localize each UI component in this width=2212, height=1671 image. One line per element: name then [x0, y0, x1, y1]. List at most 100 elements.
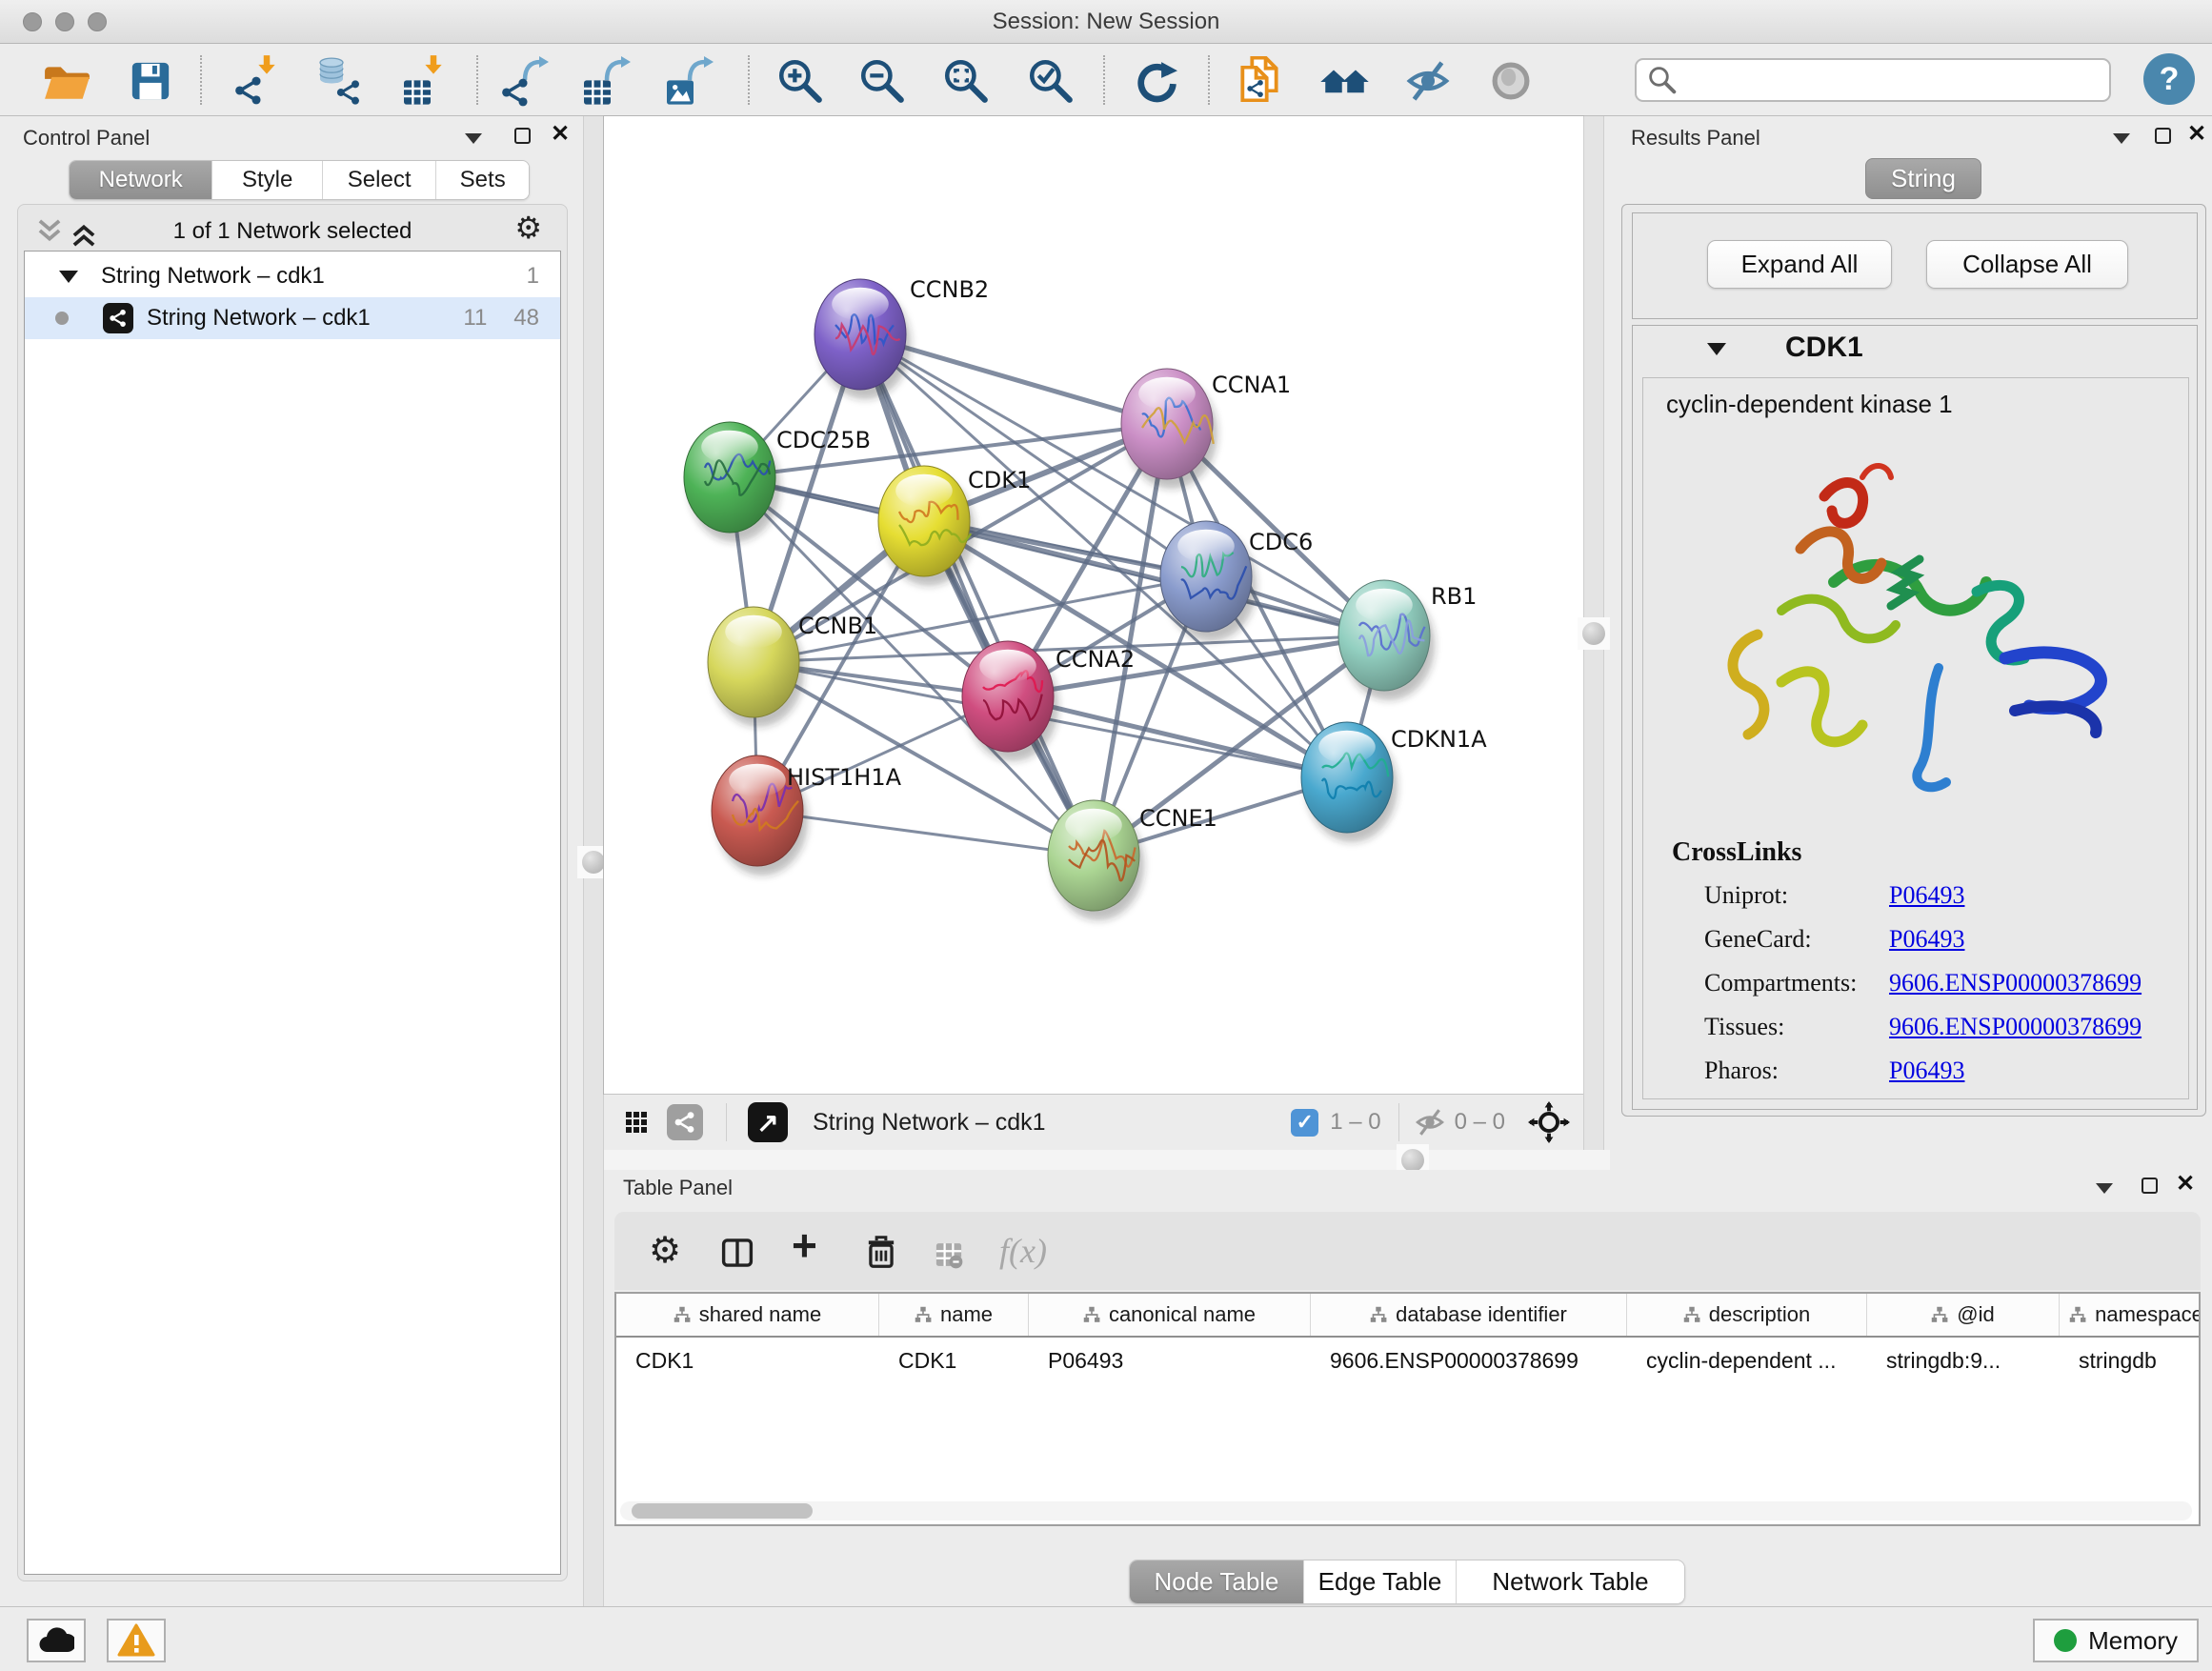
table-cell[interactable]: P06493 [1029, 1339, 1311, 1381]
table-panel-float-icon[interactable] [2142, 1178, 2158, 1198]
network-canvas[interactable]: CCNB2CCNA1CDC25BCDK1CDC6RB1CCNB1CCNA2CDK… [604, 116, 1583, 1094]
tab-network[interactable]: Network [70, 161, 211, 199]
pan-crosshair-icon[interactable] [1528, 1101, 1570, 1143]
network-node-cdkn1a[interactable]: CDKN1A [1301, 722, 1487, 842]
warning-icon [117, 1623, 155, 1658]
table-row[interactable]: CDK1CDK1P064939606.ENSP00000378699cyclin… [616, 1339, 2201, 1381]
help-button[interactable]: ? [2143, 53, 2195, 105]
crosslink-tissues-link[interactable]: 9606.ENSP00000378699 [1889, 1013, 2142, 1041]
results-panel-menu-icon[interactable] [2113, 131, 2130, 149]
table-panel-menu-icon[interactable] [2096, 1181, 2113, 1198]
crosslink-compartments-link[interactable]: 9606.ENSP00000378699 [1889, 969, 2142, 997]
scrollbar-thumb[interactable] [632, 1503, 813, 1519]
network-collection-row[interactable]: String Network – cdk1 1 [25, 255, 560, 297]
table-cell[interactable]: CDK1 [879, 1339, 1029, 1381]
search-field[interactable] [1635, 58, 2111, 102]
column-header-database-identifier[interactable]: database identifier [1311, 1294, 1627, 1336]
network-options-gear-icon[interactable]: ⚙ [514, 212, 542, 243]
tab-sets[interactable]: Sets [435, 161, 529, 199]
collapse-all-button[interactable]: Collapse All [1926, 240, 2128, 289]
hidden-eye-icon[interactable] [1415, 1107, 1445, 1137]
function-builder-icon[interactable]: f(x) [999, 1231, 1047, 1271]
network-node-ccna2[interactable]: CCNA2 [962, 641, 1135, 761]
plus-icon[interactable]: + [792, 1219, 817, 1271]
navigator-button[interactable]: ↗ [748, 1102, 788, 1142]
table-gear-icon[interactable]: ⚙ [649, 1233, 681, 1269]
table-panel-close-icon[interactable]: ✕ [2176, 1176, 2195, 1192]
network-style-badge-icon[interactable] [667, 1104, 703, 1140]
right-divider-grip[interactable] [1578, 617, 1610, 650]
export-table-button[interactable] [579, 53, 634, 109]
import-table-button[interactable] [397, 53, 452, 109]
columns-icon[interactable] [721, 1237, 754, 1269]
tab-style[interactable]: Style [211, 161, 322, 199]
horizontal-scrollbar[interactable] [620, 1501, 2192, 1520]
control-panel-close-icon[interactable]: ✕ [551, 126, 570, 142]
control-panel-menu-icon[interactable] [465, 131, 482, 149]
network-node-cdc25b[interactable]: CDC25B [684, 422, 871, 542]
network-node-ccne1[interactable]: CCNE1 [1048, 800, 1217, 920]
hide-unhide-button[interactable] [1400, 53, 1456, 109]
column-header-namespace[interactable]: namespace [2060, 1294, 2201, 1336]
network-graph[interactable]: CCNB2CCNA1CDC25BCDK1CDC6RB1CCNB1CCNA2CDK… [604, 116, 1583, 1094]
grid-view-icon[interactable] [625, 1111, 648, 1134]
results-panel-float-icon[interactable] [2155, 128, 2171, 149]
column-header-description[interactable]: description [1627, 1294, 1867, 1336]
tab-node-table[interactable]: Node Table [1130, 1560, 1303, 1603]
cloud-button[interactable] [27, 1619, 86, 1662]
zoom-selected-button[interactable] [1023, 53, 1078, 109]
control-panel-float-icon[interactable] [514, 128, 531, 149]
zoom-out-button[interactable] [855, 53, 910, 109]
column-header--id[interactable]: @id [1867, 1294, 2060, 1336]
export-image-button[interactable] [662, 53, 717, 109]
tab-string[interactable]: String [1865, 158, 1981, 199]
clone-network-button[interactable] [1232, 53, 1287, 109]
results-panel-close-icon[interactable]: ✕ [2187, 126, 2206, 142]
left-pane-divider[interactable] [583, 116, 604, 1606]
trash-icon[interactable] [864, 1235, 898, 1269]
zoom-in-button[interactable] [773, 53, 828, 109]
column-header-canonical-name[interactable]: canonical name [1029, 1294, 1311, 1336]
crosslink-genecard-link[interactable]: P06493 [1889, 925, 1964, 954]
expand-all-button[interactable]: Expand All [1707, 240, 1892, 289]
tab-edge-table[interactable]: Edge Table [1303, 1560, 1456, 1603]
network-row-selected[interactable]: String Network – cdk1 11 48 [25, 297, 560, 339]
search-input[interactable] [1686, 68, 2109, 92]
network-node-ccnb1[interactable]: CCNB1 [708, 607, 877, 727]
welcome-screen-button[interactable] [1317, 53, 1372, 109]
crosslink-uniprot-link[interactable]: P06493 [1889, 881, 1964, 910]
warning-button[interactable] [107, 1619, 166, 1662]
toolbar-separator [1208, 55, 1210, 105]
refresh-button[interactable] [1128, 53, 1183, 109]
network-node-hist1h1a[interactable]: HIST1H1A [712, 755, 902, 876]
network-node-cdk1[interactable]: CDK1 [878, 466, 1031, 586]
export-network-button[interactable] [497, 53, 553, 109]
save-session-button[interactable] [123, 53, 178, 109]
import-network-database-button[interactable] [310, 53, 365, 109]
tab-select[interactable]: Select [322, 161, 436, 199]
selected-checkbox[interactable]: ✓ [1291, 1109, 1318, 1137]
table-cell[interactable]: stringdb:9... [1867, 1339, 2060, 1381]
network-node-rb1[interactable]: RB1 [1338, 580, 1477, 700]
node-label-rb1: RB1 [1431, 583, 1477, 610]
table-cell[interactable]: 9606.ENSP00000378699 [1311, 1339, 1627, 1381]
gray-lens-button[interactable] [1483, 53, 1538, 109]
table-cell[interactable]: stringdb [2060, 1339, 2201, 1381]
column-header-name[interactable]: name [879, 1294, 1029, 1336]
collection-expand-icon[interactable] [59, 271, 78, 283]
tab-network-table[interactable]: Network Table [1456, 1560, 1684, 1603]
delete-table-icon[interactable] [935, 1240, 963, 1269]
network-node-ccna1[interactable]: CCNA1 [1121, 369, 1291, 489]
cdk1-collapse-icon[interactable] [1707, 343, 1726, 355]
table-cell[interactable]: cyclin-dependent ... [1627, 1339, 1867, 1381]
zoom-fit-button[interactable] [938, 53, 994, 109]
network-node-ccnb2[interactable]: CCNB2 [814, 276, 989, 399]
table-cell[interactable]: CDK1 [616, 1339, 879, 1381]
right-pane-divider[interactable] [1583, 116, 1604, 1150]
import-network-button[interactable] [231, 53, 286, 109]
column-header-shared-name[interactable]: shared name [616, 1294, 879, 1336]
open-session-button[interactable] [39, 53, 94, 109]
memory-button[interactable]: Memory [2033, 1619, 2199, 1662]
column-type-icon [2069, 1306, 2086, 1323]
crosslink-pharos-link[interactable]: P06493 [1889, 1057, 1964, 1085]
